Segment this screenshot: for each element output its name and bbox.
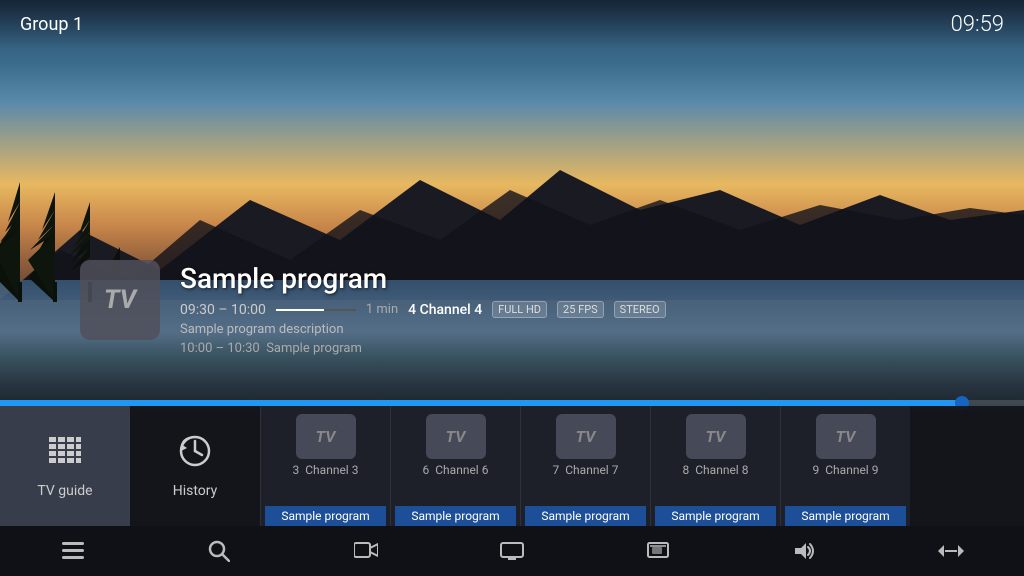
program-details: Sample program 09:30 – 10:00 1 min 4 Cha… bbox=[180, 260, 1024, 356]
program-time-row: 09:30 – 10:00 1 min 4 Channel 4 FULL HD … bbox=[180, 301, 1024, 318]
history-icon bbox=[177, 433, 213, 477]
badge-fps: 25 FPS bbox=[557, 301, 604, 318]
toolbar-volume-btn[interactable] bbox=[780, 531, 830, 571]
card-program-name-1: Sample program bbox=[395, 506, 516, 526]
progress-line bbox=[276, 309, 356, 311]
card-channel-num-1: 6 Channel 6 bbox=[423, 463, 489, 477]
next-program: 10:00 – 10:30 Sample program bbox=[180, 341, 1024, 356]
card-program-name-0: Sample program bbox=[265, 506, 386, 526]
card-logo-3: TV bbox=[686, 414, 746, 459]
card-program-name-2: Sample program bbox=[525, 506, 646, 526]
card-channel-num-0: 3 Channel 3 bbox=[293, 463, 359, 477]
badge-hd: FULL HD bbox=[492, 301, 547, 318]
nav-item-history[interactable]: History bbox=[130, 406, 260, 526]
top-bar: Group 1 09:59 bbox=[0, 0, 1024, 48]
channel-card-0[interactable]: TV 3 Channel 3 Sample program bbox=[260, 406, 390, 526]
toolbar-video-btn[interactable] bbox=[341, 531, 391, 571]
toolbar-menu-btn[interactable] bbox=[48, 531, 98, 571]
toolbar-arrows-btn[interactable] bbox=[926, 531, 976, 571]
program-time: 09:30 – 10:00 bbox=[180, 302, 266, 318]
progress-fill bbox=[276, 309, 324, 311]
toolbar-screen-btn[interactable] bbox=[487, 531, 537, 571]
program-title: Sample program bbox=[180, 262, 1024, 295]
card-channel-num-4: 9 Channel 9 bbox=[813, 463, 879, 477]
program-info: TV Sample program 09:30 – 10:00 1 min 4 … bbox=[80, 260, 1024, 356]
logo-text: TV bbox=[104, 285, 136, 315]
nav-history-label: History bbox=[173, 483, 218, 499]
toolbar bbox=[0, 526, 1024, 576]
card-program-name-4: Sample program bbox=[785, 506, 906, 526]
channel-card-1[interactable]: TV 6 Channel 6 Sample program bbox=[390, 406, 520, 526]
channel-card-4[interactable]: TV 9 Channel 9 Sample program bbox=[780, 406, 910, 526]
group-label: Group 1 bbox=[20, 14, 83, 35]
channel-card-3[interactable]: TV 8 Channel 8 Sample program bbox=[650, 406, 780, 526]
toolbar-window-btn[interactable] bbox=[633, 531, 683, 571]
clock: 09:59 bbox=[951, 12, 1004, 37]
duration-label: 1 min bbox=[366, 302, 398, 317]
card-channel-num-2: 7 Channel 7 bbox=[553, 463, 619, 477]
nav-item-tvguide[interactable]: TV guide bbox=[0, 406, 130, 526]
card-logo-2: TV bbox=[556, 414, 616, 459]
channel-logo: TV bbox=[80, 260, 160, 340]
card-logo-0: TV bbox=[296, 414, 356, 459]
card-logo-4: TV bbox=[816, 414, 876, 459]
toolbar-search-btn[interactable] bbox=[194, 531, 244, 571]
nav-tvguide-label: TV guide bbox=[37, 483, 92, 499]
card-logo-1: TV bbox=[426, 414, 486, 459]
tv-guide-icon bbox=[47, 433, 83, 477]
card-channel-num-3: 8 Channel 8 bbox=[683, 463, 749, 477]
badge-audio: STEREO bbox=[614, 301, 666, 318]
card-program-name-3: Sample program bbox=[655, 506, 776, 526]
bottom-panel: TV guide History TV 3 Channel 3 Sample p… bbox=[0, 406, 1024, 526]
channel-num-name: 4 Channel 4 bbox=[408, 302, 482, 318]
channels-strip: TV 3 Channel 3 Sample program TV 6 Chann… bbox=[260, 406, 1024, 526]
channel-card-2[interactable]: TV 7 Channel 7 Sample program bbox=[520, 406, 650, 526]
program-description: Sample program description bbox=[180, 322, 1024, 337]
